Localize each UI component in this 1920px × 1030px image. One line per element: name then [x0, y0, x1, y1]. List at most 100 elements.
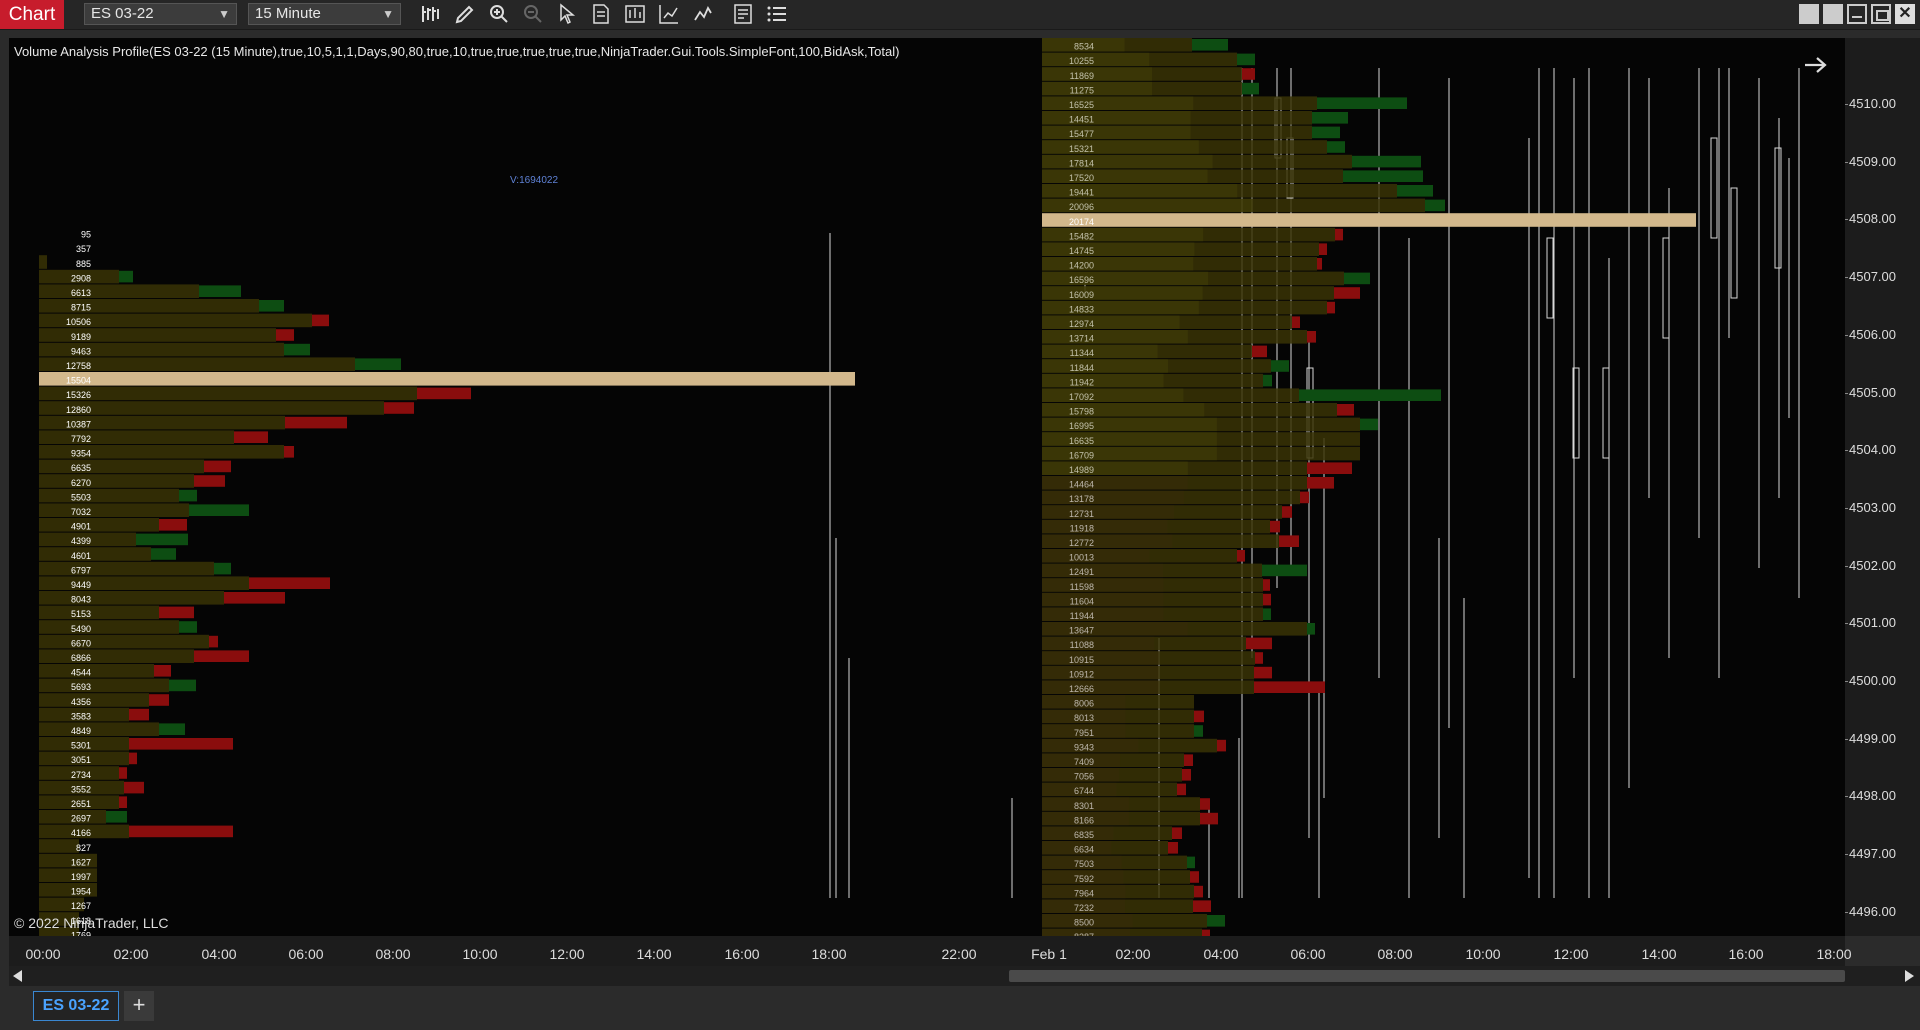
left-profile-volume-label: 6613	[71, 288, 91, 298]
left-profile-delta-bar	[284, 446, 294, 458]
indicators-icon[interactable]	[623, 2, 647, 26]
left-profile-volume-label: 1627	[71, 857, 91, 867]
left-profile-delta-bar	[224, 592, 285, 604]
volume-total-label: V:1694022	[510, 175, 559, 186]
time-axis[interactable]: 00:00 02:00 04:00 06:00 08:00 10:00 12:00 14:00…	[9, 936, 1852, 966]
left-profile-delta-bar	[159, 519, 187, 531]
right-profile-tint	[1042, 914, 1133, 928]
left-profile-delta-bar	[129, 752, 137, 765]
left-profile-delta-bar	[129, 708, 149, 721]
right-profile-delta-bar	[1168, 842, 1178, 854]
left-profile-total-bar	[39, 430, 234, 444]
left-profile-delta-bar	[159, 723, 185, 735]
left-profile-total-bar	[39, 591, 224, 605]
left-profile-volume-label: 6270	[71, 478, 91, 488]
right-profile-tint	[1042, 490, 1184, 505]
left-profile-volume-label: 5693	[71, 682, 91, 692]
price-axis[interactable]: 4510.00 4509.00 4508.00 4507.00 4506.00 4505.…	[1845, 38, 1920, 936]
candle-body	[1774, 147, 1782, 269]
pointer-icon[interactable]	[555, 2, 579, 26]
scroll-left-icon[interactable]	[13, 970, 22, 982]
right-profile-tint	[1042, 125, 1191, 140]
left-profile-volume-label: 3583	[71, 711, 91, 721]
right-profile-tint	[1042, 169, 1208, 183]
left-profile-delta-bar	[234, 431, 268, 443]
price-tick-label: 4506.00	[1845, 326, 1896, 342]
right-profile-delta-bar	[1193, 900, 1211, 912]
close-icon[interactable]: ✕	[1895, 4, 1915, 24]
add-tab-button[interactable]: +	[124, 991, 154, 1021]
scroll-right-icon[interactable]	[1905, 970, 1914, 982]
properties-icon[interactable]	[731, 2, 755, 26]
right-profile-delta-bar	[1242, 68, 1255, 80]
scroll-thumb[interactable]	[1009, 970, 1845, 982]
right-profile-tint	[1042, 81, 1152, 96]
right-profile-tint	[1042, 227, 1204, 242]
right-profile-delta-bar	[1263, 608, 1271, 620]
right-profile-tint	[1042, 242, 1195, 256]
left-profile-delta-bar	[194, 475, 225, 487]
left-profile-volume-label: 9354	[71, 449, 91, 459]
right-profile-delta-bar	[1190, 871, 1199, 883]
right-profile-tint	[1042, 403, 1205, 417]
data-box-icon[interactable]	[589, 2, 613, 26]
right-profile-tint	[1042, 709, 1126, 724]
chart-style-icon[interactable]	[419, 2, 443, 26]
right-profile-tint	[1042, 38, 1125, 52]
time-tick-label: 18:00	[1816, 946, 1852, 962]
arrow-right-icon[interactable]	[1803, 54, 1829, 76]
instrument-selector[interactable]: ES 03-22 ▼	[84, 3, 237, 25]
horizontal-scrollbar[interactable]	[9, 966, 1920, 986]
right-profile-tint	[1042, 140, 1199, 154]
restore-icon[interactable]	[1871, 4, 1891, 24]
templates-icon[interactable]	[691, 2, 715, 26]
tile-window-icon[interactable]	[1823, 4, 1843, 24]
left-profile-total-bar	[39, 722, 159, 736]
right-profile-tint	[1042, 768, 1119, 782]
right-profile-tint	[1042, 695, 1126, 709]
copyright-label: © 2022 NinjaTrader, LLC	[14, 915, 169, 931]
right-profile-delta-bar	[1217, 739, 1226, 752]
chart-panel[interactable]: 95 357 885 2908 6613 8715 10506 9189 9463 12758 15…	[9, 38, 1845, 936]
right-profile-tint	[1042, 286, 1203, 300]
right-profile-tint	[1042, 373, 1164, 388]
list-icon[interactable]	[765, 2, 789, 26]
left-profile-delta-bar	[119, 767, 127, 779]
left-profile-total-bar	[39, 678, 169, 693]
zoom-out-icon[interactable]	[521, 2, 545, 26]
left-profile-volume-label: 2651	[71, 799, 91, 809]
left-profile-volume-label: 9189	[71, 332, 91, 342]
left-profile-total-bar	[39, 620, 179, 634]
right-profile-delta-bar	[1344, 272, 1370, 285]
tab-es-03-22[interactable]: ES 03-22	[33, 991, 119, 1021]
interval-value: 15 Minute	[255, 5, 321, 22]
left-profile-volume-label: 357	[76, 244, 91, 254]
right-profile-volume-label: 20174	[1069, 217, 1094, 227]
left-profile-delta-bar	[259, 300, 284, 312]
tile-window-icon[interactable]	[1799, 4, 1819, 24]
price-tick-label: 4507.00	[1845, 269, 1896, 285]
strategies-icon[interactable]	[657, 2, 681, 26]
left-profile-delta-bar	[119, 270, 133, 283]
left-profile-volume-label: 5153	[71, 609, 91, 619]
right-profile-delta-bar	[1360, 418, 1378, 431]
zoom-in-icon[interactable]	[487, 2, 511, 26]
left-profile-total-bar	[39, 561, 214, 576]
right-profile-delta-bar	[1172, 827, 1182, 839]
price-tick-label: 4503.00	[1845, 499, 1896, 515]
right-profile-delta-bar	[1194, 710, 1204, 723]
left-profile-total-bar	[39, 488, 179, 503]
left-profile-volume-label: 95	[81, 230, 91, 240]
time-tick-label: 04:00	[1203, 946, 1239, 962]
right-profile-tint	[1042, 607, 1164, 621]
interval-selector[interactable]: 15 Minute ▼	[248, 3, 401, 25]
draw-tool-icon[interactable]	[453, 2, 477, 26]
right-profile-delta-bar	[1255, 652, 1263, 664]
left-profile-volume-label: 4601	[71, 551, 91, 561]
right-profile-tint	[1042, 928, 1130, 936]
minimize-icon[interactable]	[1847, 4, 1867, 24]
left-profile-volume-label: 12860	[66, 405, 91, 415]
left-profile-total-bar	[39, 503, 189, 517]
right-profile-delta-bar	[1194, 725, 1203, 737]
right-profile-tint	[1042, 461, 1188, 475]
